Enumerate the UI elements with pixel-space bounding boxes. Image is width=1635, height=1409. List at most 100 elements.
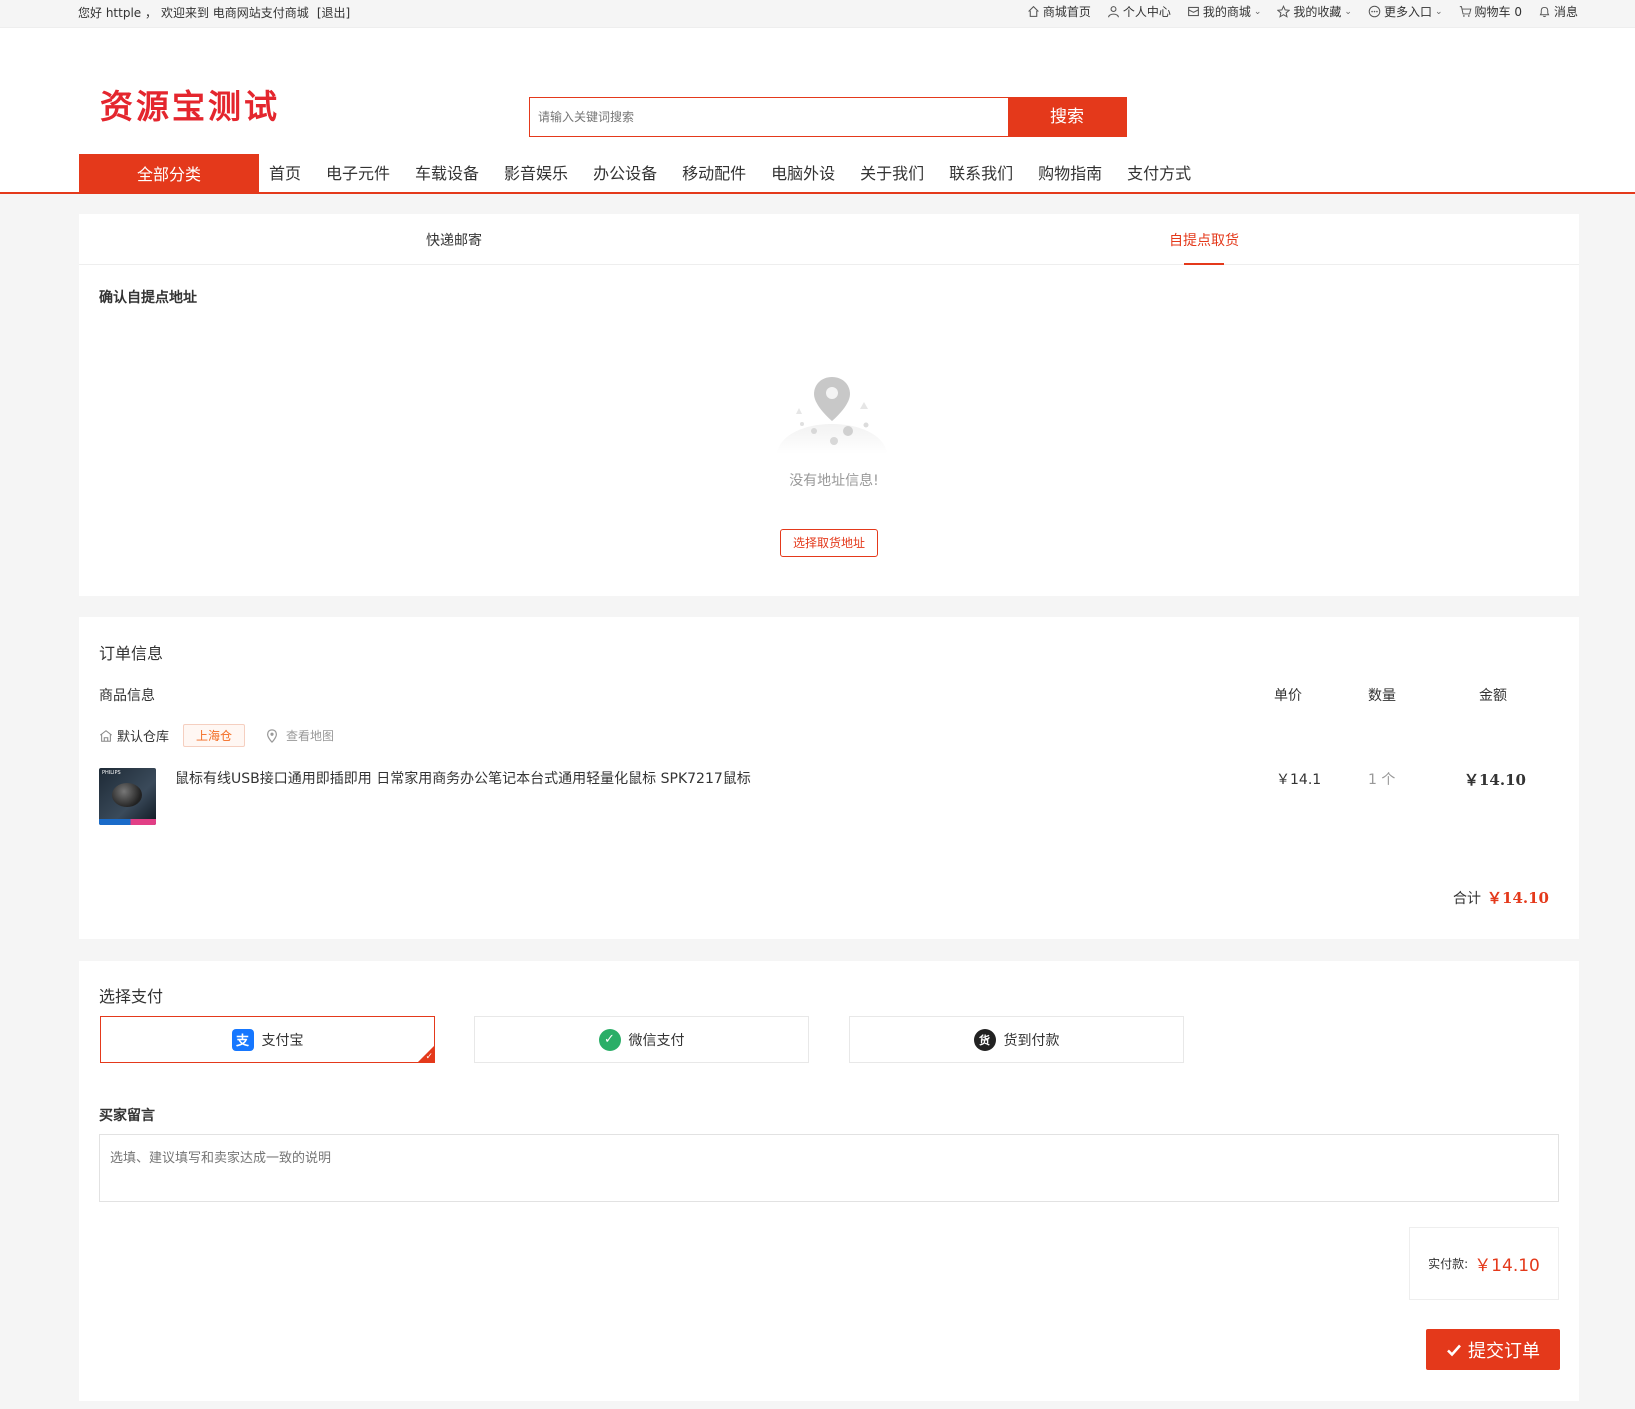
more-icon [1368, 5, 1381, 18]
cart-label: 购物车 0 [1474, 5, 1522, 19]
alipay-icon: 支 [231, 1028, 254, 1051]
alipay-label: 支付宝 [261, 1032, 304, 1049]
cod-label: 货到付款 [1003, 1032, 1060, 1049]
payment-option-alipay[interactable]: 支 支付宝 ✓ [100, 1016, 435, 1063]
home-icon [1028, 5, 1039, 17]
nav-item-electronic-components[interactable]: 电子元件 [316, 154, 400, 194]
star-icon [1277, 5, 1291, 18]
chevron-down-icon: ⌄ [1253, 6, 1262, 17]
payment-card: 选择支付 支 支付宝 ✓ ✓ 微信支付 货 货到付款 买家留言 实付款: ￥14… [79, 961, 1579, 1401]
header: 资源宝测试 搜索 [0, 28, 1635, 154]
unit-price: ￥14.1 [1276, 772, 1322, 788]
chevron-down-icon: ⌄ [1434, 6, 1443, 17]
active-tab-indicator [1184, 263, 1224, 265]
product-brand-text: PHILIPS [102, 770, 121, 776]
paid-label: 实付款: [1428, 1257, 1469, 1271]
empty-location-icon [777, 377, 887, 454]
mall-home-label: 商城首页 [1042, 5, 1091, 19]
wechat-pay-icon: ✓ [598, 1028, 621, 1051]
top-links: 商城首页 个人中心 我的商城 ⌄ 我的收藏 ⌄ 更多入口 ⌄ 购物车 0 消息 [1027, 3, 1578, 20]
warehouse-tag: 上海仓 [183, 724, 246, 747]
search-bar: 搜索 [529, 97, 1127, 137]
total-label: 合计 [1453, 891, 1482, 907]
nav-item-pc-peripherals[interactable]: 电脑外设 [761, 154, 845, 194]
buyer-message-title: 买家留言 [99, 1108, 155, 1124]
select-pickup-address-button[interactable]: 选择取货地址 [780, 529, 878, 557]
nav-item-av-entertainment[interactable]: 影音娱乐 [494, 154, 578, 194]
mouse-image [112, 783, 142, 807]
chevron-down-icon: ⌄ [1344, 6, 1352, 17]
more-entry-label: 更多入口 [1383, 5, 1432, 19]
cart-link[interactable]: 购物车 0 [1459, 3, 1522, 20]
nav-item-office-devices[interactable]: 办公设备 [583, 154, 667, 194]
product-thumbnail[interactable]: PHILIPS [99, 768, 156, 825]
view-map-link[interactable]: 查看地图 [265, 727, 334, 744]
main-nav: 全部分类 首页 电子元件 车载设备 影音娱乐 办公设备 移动配件 电脑外设 关于… [0, 154, 1635, 194]
top-bar: 您好 httple ，欢迎来到 电商网站支付商城 [退出] 商城首页 个人中心 我… [0, 0, 1635, 28]
paid-value: ￥14.10 [1474, 1256, 1540, 1276]
line-amount: ￥14.10 [1464, 771, 1526, 789]
more-entry-link[interactable]: 更多入口 ⌄ [1368, 3, 1443, 20]
tab-express[interactable]: 快递邮寄 [426, 230, 482, 250]
all-categories-button[interactable]: 全部分类 [79, 154, 259, 194]
greeting: 您好 httple ， [78, 6, 157, 20]
payment-option-cod[interactable]: 货 货到付款 [849, 1016, 1184, 1063]
search-button[interactable]: 搜索 [1008, 97, 1126, 137]
pickup-address-title: 确认自提点地址 [99, 290, 197, 306]
nav-item-mobile-accessories[interactable]: 移动配件 [672, 154, 756, 194]
mall-icon [1187, 6, 1199, 17]
wechat-pay-label: 微信支付 [628, 1032, 685, 1049]
order-info-title: 订单信息 [99, 644, 164, 663]
cod-icon: 货 [973, 1028, 996, 1051]
col-header-price: 单价 [1274, 688, 1302, 704]
view-map-label: 查看地图 [286, 729, 335, 743]
nav-item-about-us[interactable]: 关于我们 [850, 154, 934, 194]
user-icon [1107, 6, 1119, 18]
nav-item-home[interactable]: 首页 [259, 154, 311, 194]
payment-option-wechat[interactable]: ✓ 微信支付 [474, 1016, 809, 1063]
messages-link[interactable]: 消息 [1538, 3, 1578, 20]
delivery-card: 快递邮寄 自提点取货 确认自提点地址 没有地址信息! 选择取货地址 [79, 214, 1579, 596]
nav-item-contact-us[interactable]: 联系我们 [939, 154, 1023, 194]
favorites-label: 我的收藏 [1293, 5, 1342, 19]
order-info-card: 订单信息 商品信息 单价 数量 金额 默认仓库 上海仓 查看地图 PHILIPS… [79, 617, 1579, 939]
warehouse-icon [99, 729, 113, 742]
total-value: ￥14.10 [1487, 889, 1549, 907]
search-input[interactable] [530, 98, 1010, 136]
submit-order-button[interactable]: 提交订单 [1426, 1329, 1560, 1370]
mall-home-link[interactable]: 商城首页 [1027, 3, 1091, 20]
nav-item-car-devices[interactable]: 车载设备 [405, 154, 489, 194]
thumbnail-strip [99, 819, 156, 825]
site-logo[interactable]: 资源宝测试 [100, 80, 280, 128]
product-name[interactable]: 鼠标有线USB接口通用即插即用 日常家用商务办公笔记本台式通用轻量化鼠标 SPK… [175, 768, 751, 788]
warehouse-name: 默认仓库 [117, 730, 170, 745]
empty-address-text: 没有地址信息! [789, 473, 879, 489]
my-mall-link[interactable]: 我的商城 ⌄ [1187, 3, 1262, 20]
welcome-message: 欢迎来到 电商网站支付商城 [160, 6, 309, 20]
delivery-tabs: 快递邮寄 自提点取货 [79, 214, 1579, 265]
welcome-text: 您好 httple ，欢迎来到 电商网站支付商城 [退出] [78, 4, 354, 21]
col-header-qty: 数量 [1368, 688, 1396, 704]
personal-center-label: 个人中心 [1122, 5, 1171, 19]
nav-item-shopping-guide[interactable]: 购物指南 [1028, 154, 1112, 194]
buyer-message-input[interactable] [99, 1134, 1559, 1202]
warehouse-row: 默认仓库 上海仓 查看地图 [99, 724, 334, 747]
col-header-amount: 金额 [1479, 688, 1507, 704]
quantity: 1 个 [1368, 772, 1396, 788]
col-header-product: 商品信息 [99, 688, 155, 704]
tab-self-pickup[interactable]: 自提点取货 [1169, 230, 1239, 250]
order-total: 合计 ￥14.10 [1453, 887, 1549, 908]
payment-title: 选择支付 [99, 987, 164, 1006]
logout-link[interactable]: [退出] [317, 6, 350, 20]
check-icon: ✓ [425, 1052, 433, 1062]
check-icon [1447, 1344, 1461, 1356]
favorites-link[interactable]: 我的收藏 ⌄ [1277, 3, 1352, 20]
submit-order-label: 提交订单 [1468, 1340, 1540, 1362]
messages-label: 消息 [1553, 5, 1578, 19]
nav-item-payment-methods[interactable]: 支付方式 [1117, 154, 1201, 194]
cart-icon [1459, 6, 1471, 17]
nav-menu: 首页 电子元件 车载设备 影音娱乐 办公设备 移动配件 电脑外设 关于我们 联系… [259, 154, 1206, 194]
location-pin-icon [267, 728, 278, 743]
personal-center-link[interactable]: 个人中心 [1107, 3, 1171, 20]
my-mall-label: 我的商城 [1202, 5, 1251, 19]
